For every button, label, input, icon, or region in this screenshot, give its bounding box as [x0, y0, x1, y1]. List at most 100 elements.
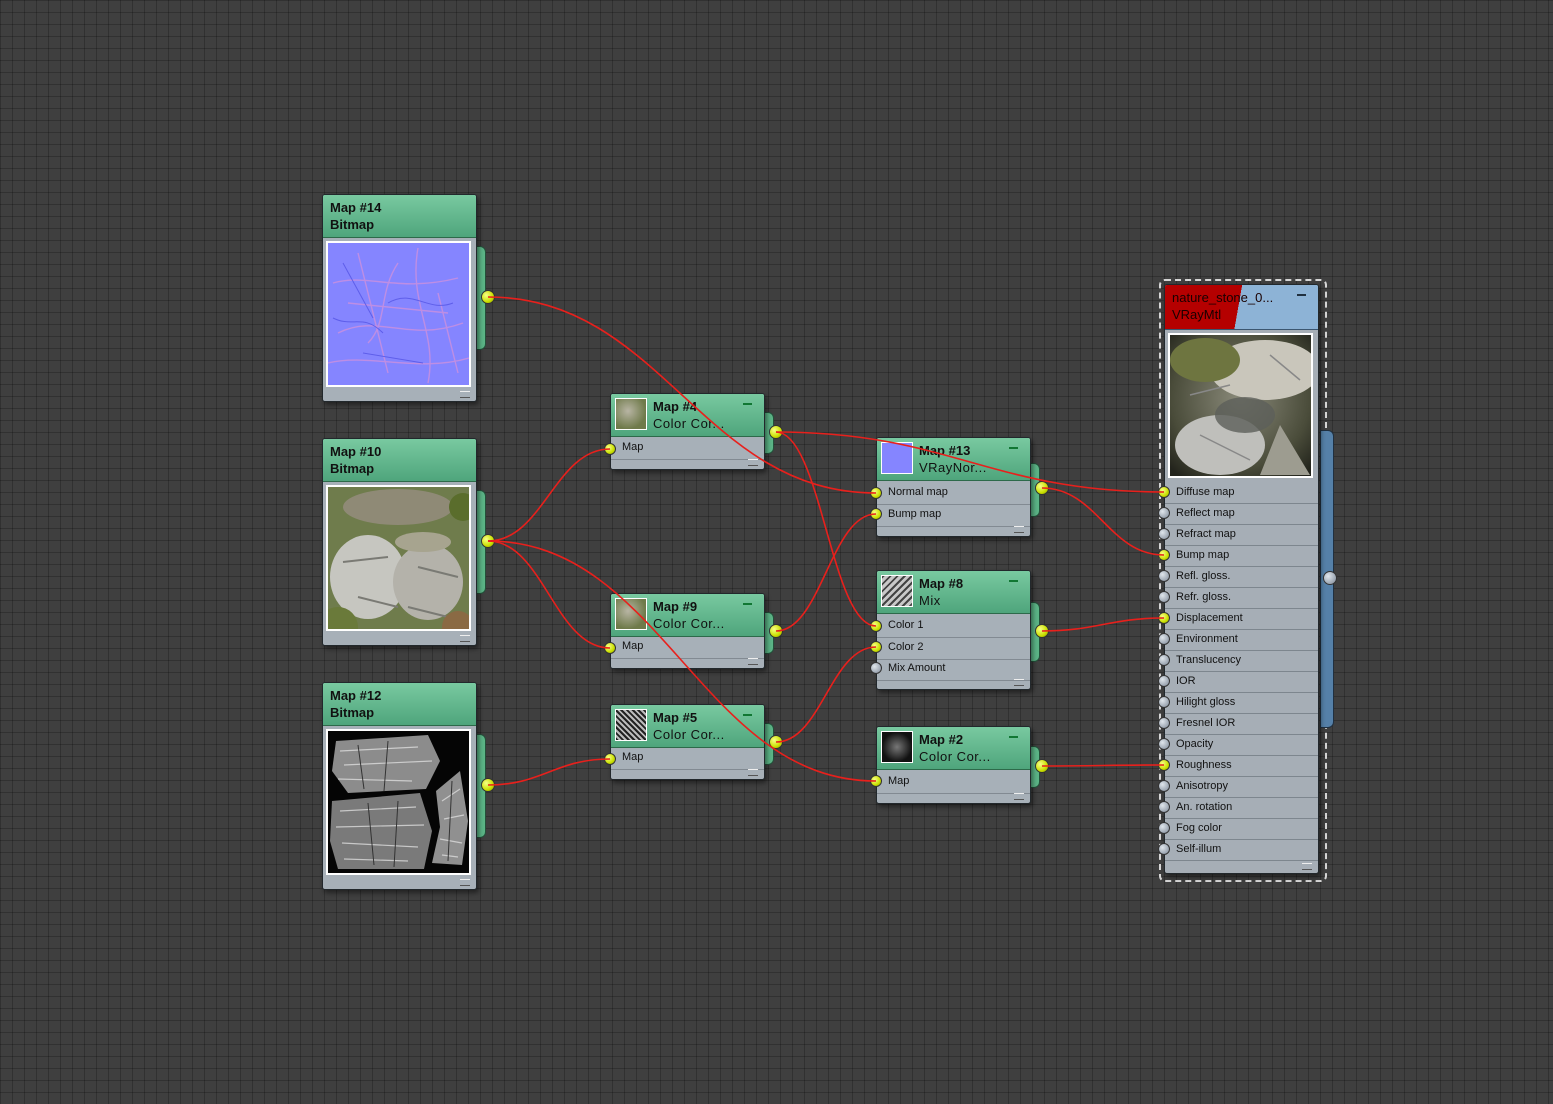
material-input-socket-anisotropy[interactable] [1158, 780, 1170, 792]
slot-bump-map[interactable]: Bump map [1165, 546, 1318, 567]
node-map2[interactable]: Map #2 Color Cor... Map [870, 726, 1049, 804]
material-input-socket-an-rotation[interactable] [1158, 801, 1170, 813]
map9-input-socket-map[interactable] [604, 642, 616, 654]
slot-map[interactable]: Map [611, 637, 764, 659]
node-header[interactable]: Map #13 VRayNor... [877, 438, 1030, 481]
slot-opacity[interactable]: Opacity [1165, 735, 1318, 756]
slot-refr-gloss[interactable]: Refr. gloss. [1165, 588, 1318, 609]
slot-mix-amount[interactable]: Mix Amount [877, 659, 1030, 681]
wire-2[interactable] [487, 540, 611, 649]
map14-output-socket[interactable] [481, 290, 495, 304]
node-header[interactable]: Map #8 Mix [877, 571, 1030, 614]
slot-environment[interactable]: Environment [1165, 630, 1318, 651]
node-map9[interactable]: Map #9 Color Cor... Map [604, 593, 783, 669]
material-input-socket-fog-color[interactable] [1158, 822, 1170, 834]
slot-translucency[interactable]: Translucency [1165, 651, 1318, 672]
wire-10[interactable] [1041, 617, 1165, 632]
slot-fog-color[interactable]: Fog color [1165, 819, 1318, 840]
node-header[interactable]: Map #9 Color Cor... [611, 594, 764, 637]
slot-displacement[interactable]: Displacement [1165, 609, 1318, 630]
node-map12[interactable]: Map #12 Bitmap [322, 682, 495, 890]
node-header[interactable]: Map #14 Bitmap [323, 195, 476, 238]
map5-input-socket-map[interactable] [604, 753, 616, 765]
minimize-icon[interactable] [743, 603, 752, 605]
slot-refract-map[interactable]: Refract map [1165, 525, 1318, 546]
minimize-icon[interactable] [1009, 447, 1018, 449]
node-header[interactable]: Map #5 Color Cor... [611, 705, 764, 748]
node-map10[interactable]: Map #10 Bitmap [322, 438, 495, 646]
slot-color-2[interactable]: Color 2 [877, 638, 1030, 660]
map13-input-socket-bump[interactable] [870, 508, 882, 520]
slot-map[interactable]: Map [611, 438, 764, 460]
material-input-socket-hilight-gloss[interactable] [1158, 696, 1170, 708]
map4-input-socket-map[interactable] [604, 443, 616, 455]
map2-input-socket-map[interactable] [870, 775, 882, 787]
map13-output-socket[interactable] [1035, 481, 1049, 495]
material-input-socket-refl-gloss[interactable] [1158, 570, 1170, 582]
slot-self-illum[interactable]: Self-illum [1165, 840, 1318, 861]
slot-ior[interactable]: IOR [1165, 672, 1318, 693]
material-input-socket-environment[interactable] [1158, 633, 1170, 645]
minimize-icon[interactable] [1297, 294, 1306, 296]
material-input-socket-roughness[interactable] [1158, 759, 1170, 771]
slot-an-rotation[interactable]: An. rotation [1165, 798, 1318, 819]
map4-output-socket[interactable] [769, 425, 783, 439]
map12-output-socket[interactable] [481, 778, 495, 792]
slot-reflect-map[interactable]: Reflect map [1165, 504, 1318, 525]
minimize-icon[interactable] [743, 714, 752, 716]
slot-normal-map[interactable]: Normal map [877, 483, 1030, 505]
material-input-socket-refr-gloss[interactable] [1158, 591, 1170, 603]
slot-bump-map[interactable]: Bump map [877, 505, 1030, 527]
slot-diffuse-map[interactable]: Diffuse map [1165, 483, 1318, 504]
material-input-socket-fresnel-ior[interactable] [1158, 717, 1170, 729]
map2-output-socket[interactable] [1035, 759, 1049, 773]
slot-refl-gloss[interactable]: Refl. gloss. [1165, 567, 1318, 588]
node-header[interactable]: Map #4 Color Cor... [611, 394, 764, 437]
material-header[interactable]: nature_stone_0... VRayMtl [1165, 285, 1318, 330]
slot-hilight-gloss[interactable]: Hilight gloss [1165, 693, 1318, 714]
material-input-socket-translucency[interactable] [1158, 654, 1170, 666]
minimize-icon[interactable] [1009, 736, 1018, 738]
material-input-socket-ior[interactable] [1158, 675, 1170, 687]
wire-11[interactable] [1041, 764, 1165, 767]
wire-9[interactable] [1041, 487, 1165, 556]
map5-output-socket[interactable] [769, 735, 783, 749]
map8-output-socket[interactable] [1035, 624, 1049, 638]
wire-8[interactable] [775, 646, 877, 743]
minimize-icon[interactable] [743, 403, 752, 405]
node-header[interactable]: Map #12 Bitmap [323, 683, 476, 726]
slate-material-editor-canvas[interactable]: Map #14 Bitmap Map #10 Bitmap Map #12 Bi… [0, 0, 1553, 1104]
map8-input-socket-mix-amount[interactable] [870, 662, 882, 674]
node-map8[interactable]: Map #8 Mix Color 1 Color 2 Mix Amount [870, 570, 1049, 690]
map8-input-socket-color2[interactable] [870, 641, 882, 653]
material-input-socket-opacity[interactable] [1158, 738, 1170, 750]
material-input-socket-reflect-map[interactable] [1158, 507, 1170, 519]
material-input-socket-displacement[interactable] [1158, 612, 1170, 624]
map13-input-socket-normal[interactable] [870, 487, 882, 499]
node-map14[interactable]: Map #14 Bitmap [322, 194, 495, 402]
node-map13[interactable]: Map #13 VRayNor... Normal map Bump map [870, 437, 1049, 537]
map10-output-socket[interactable] [481, 534, 495, 548]
slot-fresnel-ior[interactable]: Fresnel IOR [1165, 714, 1318, 735]
slot-color-1[interactable]: Color 1 [877, 616, 1030, 638]
wire-1[interactable] [487, 448, 611, 542]
material-input-socket-bump-map[interactable] [1158, 549, 1170, 561]
wire-4[interactable] [487, 758, 611, 786]
wire-7[interactable] [775, 513, 877, 632]
wire-6[interactable] [775, 431, 877, 627]
material-input-socket-self-illum[interactable] [1158, 843, 1170, 855]
node-material[interactable]: nature_stone_0... VRayMtl Diffuse map Re… [1158, 284, 1319, 874]
slot-map[interactable]: Map [877, 772, 1030, 794]
material-input-socket-diffuse-map[interactable] [1158, 486, 1170, 498]
node-header[interactable]: Map #10 Bitmap [323, 439, 476, 482]
minimize-icon[interactable] [1009, 580, 1018, 582]
node-header[interactable]: Map #2 Color Cor... [877, 727, 1030, 770]
map8-input-socket-color1[interactable] [870, 620, 882, 632]
material-output-socket[interactable] [1323, 571, 1337, 585]
slot-roughness[interactable]: Roughness [1165, 756, 1318, 777]
material-input-socket-refract-map[interactable] [1158, 528, 1170, 540]
node-map4[interactable]: Map #4 Color Cor... Map [604, 393, 783, 470]
map9-output-socket[interactable] [769, 624, 783, 638]
node-map5[interactable]: Map #5 Color Cor... Map [604, 704, 783, 780]
slot-anisotropy[interactable]: Anisotropy [1165, 777, 1318, 798]
